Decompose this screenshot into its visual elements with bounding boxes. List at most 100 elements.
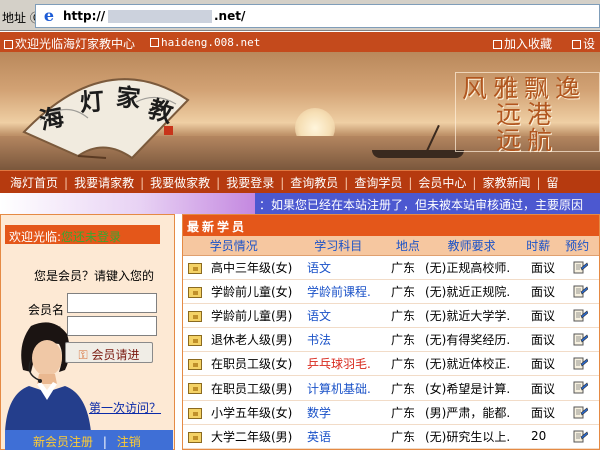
url-suffix: .net/ — [214, 9, 246, 23]
fan-char-3: 家 — [115, 82, 142, 113]
booking-icon[interactable] — [572, 405, 588, 421]
fan-logo: 海 灯 家 教 — [22, 78, 190, 160]
member-question: 您是会员？请键入您的 — [34, 269, 155, 283]
boat-graphic — [372, 150, 464, 158]
nav-separator: | — [140, 175, 145, 190]
student-row[interactable]: 大学二年级(男) 英语 广东 (无)研究生以上. 20 — [183, 425, 599, 449]
nav-separator: | — [216, 175, 221, 190]
teacher-requirement: (无)研究生以上. — [425, 429, 511, 444]
hourly-pay: 面议 — [531, 405, 556, 420]
ie-page-icon: e — [43, 6, 55, 25]
folder-icon — [188, 311, 202, 323]
students-table-body: 高中三年级(女) 语文 广东 (无)正规高校师. 面议 学龄前儿童(女) 学龄前课程. 广东(… — [183, 256, 599, 449]
col-header-pay: 时薪 — [526, 239, 551, 253]
new-students-title: 最新学员 — [183, 215, 599, 236]
folder-icon — [188, 383, 202, 395]
booking-icon[interactable] — [572, 260, 588, 276]
banner-calligraphy: 风雅飘逸 远港 远航 — [462, 76, 600, 154]
student-row[interactable]: 高中三年级(女) 语文 广东 (无)正规高校师. 面议 — [183, 256, 599, 281]
nav-item[interactable]: 查询教员 — [290, 174, 338, 191]
nav-item[interactable]: 我要请家教 — [74, 174, 134, 191]
booking-icon[interactable] — [572, 356, 588, 372]
login-status: 您还未登录 — [61, 230, 122, 244]
folder-icon — [188, 407, 202, 419]
student-place: 广东 — [391, 429, 416, 444]
student-subject[interactable]: 语文 — [307, 307, 387, 324]
student-grade[interactable]: 退休老人级(男) — [211, 331, 311, 348]
nav-separator: | — [472, 175, 477, 190]
col-header-requirement: 教师要求 — [447, 239, 496, 253]
folder-icon — [188, 359, 202, 371]
student-subject[interactable]: 语文 — [307, 259, 387, 276]
teacher-requirement: (无)就近体校正. — [425, 357, 511, 372]
student-grade[interactable]: 小学五年级(女) — [211, 404, 311, 421]
student-place: 广东 — [391, 261, 416, 276]
top-strip: 欢迎光临海灯家教中心 haideng.008.net 加入收藏 设 — [0, 32, 600, 52]
student-grade[interactable]: 高中三年级(女) — [211, 259, 311, 276]
domain-link[interactable]: haideng.008.net — [150, 36, 260, 49]
hourly-pay: 面议 — [531, 285, 556, 300]
student-subject[interactable]: 数学 — [307, 404, 387, 421]
address-input[interactable]: e http:// .net/ — [35, 4, 600, 28]
member-login-button[interactable]: ⚿ 会员请进 — [65, 342, 153, 363]
nav-item[interactable]: 海灯首页 — [10, 174, 58, 191]
settings-link[interactable]: 设 — [572, 35, 595, 52]
register-separator: | — [102, 435, 107, 449]
first-visit-link[interactable]: 第一次访问？ — [89, 399, 161, 416]
folder-icon — [188, 335, 202, 347]
student-row[interactable]: 学龄前儿童(女) 学龄前课程. 广东 (无)就近正规院. 面议 — [183, 280, 599, 305]
url-redacted-block — [108, 10, 212, 23]
receptionist-image — [5, 322, 91, 432]
student-grade[interactable]: 在职员工级(男) — [211, 380, 311, 397]
marquee-fade — [0, 193, 255, 214]
nav-item[interactable]: 家教新闻 — [482, 174, 530, 191]
square-icon — [4, 40, 13, 49]
student-row[interactable]: 在职员工级(女) 乒乓球羽毛. 广东 (无)就近体校正. 面议 — [183, 352, 599, 377]
username-label: 会员名 — [28, 303, 65, 317]
student-grade[interactable]: 学龄前儿童(女) — [211, 283, 311, 300]
calligraphy-line-3: 远航 — [496, 126, 559, 155]
booking-icon[interactable] — [572, 380, 588, 396]
hourly-pay: 20 — [531, 429, 547, 444]
student-grade[interactable]: 在职员工级(女) — [211, 355, 311, 372]
hourly-pay: 面议 — [531, 381, 556, 396]
teacher-requirement: (无)正规高校师. — [425, 261, 511, 276]
teacher-requirement: (无)就近大学学. — [425, 309, 511, 324]
booking-icon[interactable] — [572, 429, 588, 445]
teacher-requirement: (无)就近正规院. — [425, 285, 511, 300]
student-subject[interactable]: 书法 — [307, 331, 387, 348]
register-link[interactable]: 新会员注册 — [33, 435, 93, 449]
url-prefix: http:// — [63, 9, 106, 23]
student-grade[interactable]: 大学二年级(男) — [211, 428, 311, 445]
booking-icon[interactable] — [572, 308, 588, 324]
student-subject[interactable]: 英语 — [307, 428, 387, 445]
nav-item[interactable]: 会员中心 — [418, 174, 466, 191]
nav-item[interactable]: 查询学员 — [354, 174, 402, 191]
nav-item[interactable]: 我要做家教 — [150, 174, 210, 191]
student-grade[interactable]: 学龄前儿童(男) — [211, 307, 311, 324]
student-subject[interactable]: 计算机基础. — [307, 380, 387, 397]
key-icon: ⚿ — [78, 348, 92, 362]
student-row[interactable]: 退休老人级(男) 书法 广东 (无)有得奖经历. 面议 — [183, 328, 599, 353]
student-row[interactable]: 在职员工级(男) 计算机基础. 广东 (女)希望是计算. 面议 — [183, 376, 599, 401]
booking-icon[interactable] — [572, 332, 588, 348]
welcome-link[interactable]: 欢迎光临海灯家教中心 — [4, 35, 135, 52]
add-favorite-link[interactable]: 加入收藏 — [493, 35, 552, 52]
username-input[interactable] — [67, 293, 157, 313]
student-subject[interactable]: 学龄前课程. — [307, 283, 387, 300]
welcome-prefix: 欢迎光临: — [9, 230, 62, 244]
hourly-pay: 面议 — [531, 333, 556, 348]
nav-item[interactable]: 留 — [547, 174, 559, 191]
calligraphy-line-2: 远港 — [496, 100, 559, 129]
nav-separator: | — [408, 175, 413, 190]
booking-icon[interactable] — [572, 284, 588, 300]
col-header-booking: 预约 — [565, 239, 590, 253]
student-row[interactable]: 学龄前儿童(男) 语文 广东 (无)就近大学学. 面议 — [183, 304, 599, 329]
logout-link[interactable]: 注销 — [117, 435, 141, 449]
student-row[interactable]: 小学五年级(女) 数学 广东 (男)严肃，能都. 面议 — [183, 401, 599, 425]
nav-item[interactable]: 我要登录 — [226, 174, 274, 191]
register-bar: 新会员注册 | 注销 — [5, 430, 173, 450]
student-place: 广东 — [391, 285, 416, 300]
student-subject[interactable]: 乒乓球羽毛. — [307, 355, 387, 372]
student-place: 广东 — [391, 381, 416, 396]
